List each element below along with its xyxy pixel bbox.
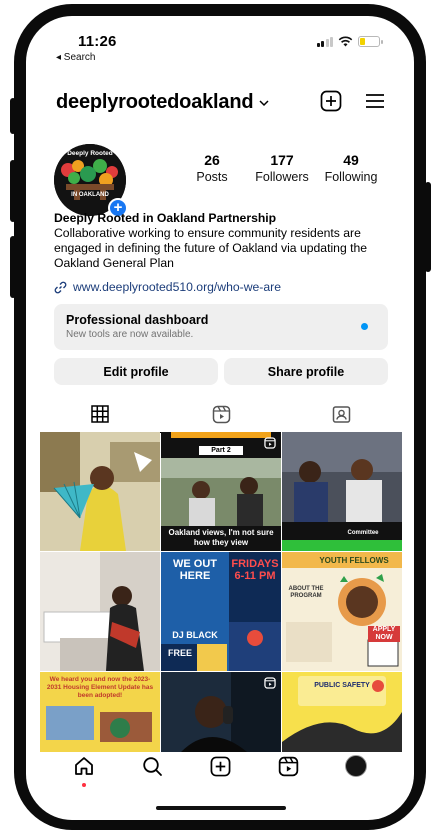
- nav-search[interactable]: [137, 751, 167, 781]
- link-icon: [54, 281, 67, 293]
- avatar-logo-title: Deeply Rooted: [67, 150, 113, 157]
- followers-stat[interactable]: 177 Followers: [246, 152, 318, 184]
- tagged-icon: [332, 405, 351, 423]
- grid-icon: [91, 405, 110, 423]
- post-caption: We heard you and now the 2023-2031 Housi…: [46, 676, 154, 699]
- post-caption-tertiary: DJ BLACK: [172, 630, 218, 640]
- post-caption-secondary: ABOUT THE PROGRAM: [288, 586, 324, 599]
- menu-icon[interactable]: [364, 90, 386, 112]
- power-button: [425, 182, 431, 272]
- post-image: [282, 552, 402, 671]
- website-link[interactable]: www.deeplyrooted510.org/who-we-are: [54, 280, 281, 294]
- back-to-search-link[interactable]: ◂ Search: [56, 52, 95, 63]
- clock: 11:26: [78, 33, 117, 50]
- profile-header: deeplyrootedoakland: [56, 88, 386, 116]
- nav-home[interactable]: [69, 751, 99, 787]
- signal-icon: [316, 36, 333, 47]
- post-caption-secondary: Oakland views, I'm not sure how they vie…: [168, 528, 274, 547]
- nav-profile[interactable]: [341, 751, 371, 781]
- post-image: [40, 552, 160, 671]
- nav-create[interactable]: [205, 751, 235, 781]
- profile-stats: 26 Posts 177 Followers 49 Following: [186, 152, 382, 184]
- posts-count: 26: [204, 152, 220, 168]
- battery-icon: [358, 36, 383, 47]
- post-thumbnail[interactable]: PUBLIC SAFETY: [282, 672, 402, 752]
- post-thumbnail[interactable]: [40, 552, 160, 671]
- posts-stat[interactable]: 26 Posts: [186, 152, 238, 184]
- website-url: www.deeplyrooted510.org/who-we-are: [73, 280, 281, 294]
- bio-text: Collaborative working to ensure communit…: [54, 226, 368, 270]
- reels-icon: [212, 405, 230, 423]
- create-post-icon[interactable]: [320, 90, 342, 112]
- bottom-navigation: [26, 746, 414, 787]
- profile-actions: Edit profile Share profile: [54, 358, 388, 385]
- screen: 11:26 ◂ Search deeplyrootedoakland Deepl…: [26, 16, 414, 820]
- profile-avatar-icon: [345, 755, 367, 777]
- post-caption: PUBLIC SAFETY: [314, 682, 370, 689]
- post-thumbnail[interactable]: Committee: [282, 432, 402, 551]
- reel-badge-icon: [264, 677, 276, 689]
- posts-label: Posts: [196, 170, 228, 184]
- notification-dot: [82, 783, 86, 787]
- post-thumbnail[interactable]: YOUTH FELLOWS ABOUT THE PROGRAM APPLY NO…: [282, 552, 402, 671]
- post-caption-tertiary: APPLY NOW: [368, 626, 400, 642]
- status-icons: [316, 36, 383, 47]
- post-caption-secondary: FRIDAYS 6-11 PM: [231, 558, 279, 582]
- dashboard-title: Professional dashboard: [66, 313, 209, 327]
- tab-tagged[interactable]: [281, 399, 402, 429]
- profile-avatar[interactable]: Deeply Rooted IN OAKLAND +: [54, 144, 128, 218]
- following-count: 49: [343, 152, 359, 168]
- reel-badge-icon: [264, 437, 276, 449]
- followers-count: 177: [270, 152, 294, 168]
- volume-up-button: [10, 160, 16, 222]
- post-thumbnail[interactable]: [40, 432, 160, 551]
- post-caption: YOUTH FELLOWS: [319, 556, 389, 565]
- side-button: [10, 98, 16, 134]
- post-caption: WE OUT HERE: [173, 558, 217, 582]
- share-profile-button[interactable]: Share profile: [224, 358, 388, 385]
- post-thumbnail[interactable]: Part 2 Oakland views, I'm not sure how t…: [161, 432, 281, 551]
- wifi-icon: [338, 36, 353, 47]
- tab-posts-grid[interactable]: [40, 399, 161, 433]
- status-bar: 11:26 ◂ Search: [26, 16, 414, 68]
- post-thumbnail[interactable]: [161, 672, 281, 752]
- post-caption: Part 2: [199, 446, 243, 455]
- post-thumbnail[interactable]: WE OUT HERE FRIDAYS 6-11 PM DJ BLACK FRE…: [161, 552, 281, 671]
- new-indicator-dot: [361, 323, 368, 330]
- following-label: Following: [324, 170, 378, 184]
- professional-dashboard[interactable]: Professional dashboard New tools are now…: [54, 304, 388, 350]
- home-icon: [75, 757, 93, 775]
- post-image: [161, 672, 281, 752]
- nav-reels[interactable]: [273, 751, 303, 781]
- chevron-down-icon[interactable]: [259, 100, 269, 107]
- post-thumbnail[interactable]: We heard you and now the 2023-2031 Housi…: [40, 672, 160, 752]
- tab-reels[interactable]: [161, 399, 282, 429]
- profile-name: Deeply Rooted in Oakland Partnership: [54, 211, 277, 225]
- profile-bio: Deeply Rooted in Oakland Partnership Col…: [54, 211, 389, 271]
- username-switcher[interactable]: deeplyrootedoakland: [56, 91, 254, 114]
- create-icon: [210, 756, 230, 776]
- avatar-logo-subtitle: IN OAKLAND: [71, 192, 109, 198]
- post-caption: Committee: [347, 530, 379, 536]
- reels-icon: [278, 756, 298, 776]
- dashboard-subtitle: New tools are now available.: [66, 329, 194, 340]
- following-stat[interactable]: 49 Following: [320, 152, 382, 184]
- followers-label: Followers: [255, 170, 309, 184]
- home-indicator[interactable]: [156, 806, 286, 810]
- post-image: [40, 432, 160, 551]
- edit-profile-button[interactable]: Edit profile: [54, 358, 218, 385]
- search-icon: [142, 756, 162, 776]
- post-grid: Part 2 Oakland views, I'm not sure how t…: [40, 432, 402, 752]
- volume-down-button: [10, 236, 16, 298]
- profile-tabs: [40, 399, 402, 433]
- post-caption-quaternary: FREE: [167, 648, 192, 658]
